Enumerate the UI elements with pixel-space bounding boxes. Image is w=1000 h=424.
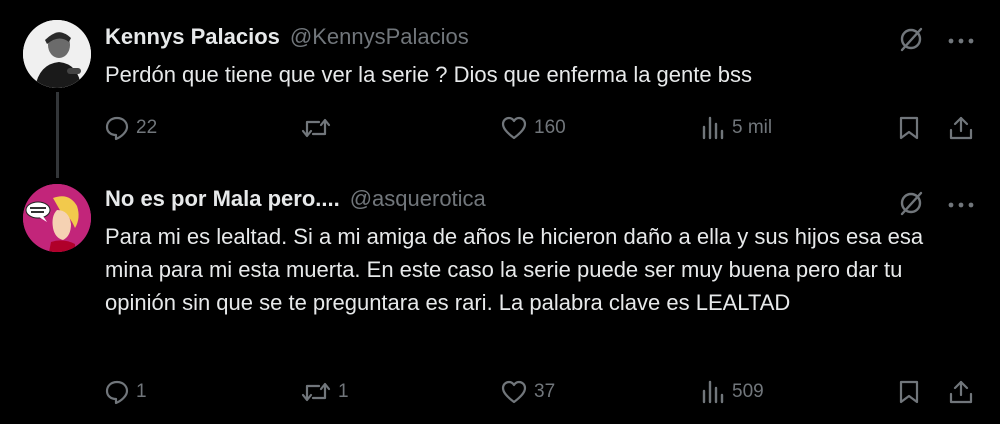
author-handle[interactable]: @KennysPalacios (290, 24, 469, 50)
bookmark-icon (898, 115, 920, 141)
tweet-text: Para mi es lealtad. Si a mi amiga de año… (105, 224, 924, 315)
tweet-text: Perdón que tiene que ver la serie ? Dios… (105, 62, 752, 87)
repost-icon (300, 115, 332, 141)
tweet-top-icons (896, 24, 974, 59)
like-count: 160 (534, 117, 566, 138)
tweet[interactable]: Kennys Palacios @KennysPalacios Perdón q… (0, 0, 1000, 178)
avatar[interactable] (23, 20, 91, 88)
tweet-actions: 22 160 5 mil (102, 113, 978, 143)
repost-button[interactable] (300, 113, 338, 143)
grok-icon[interactable] (896, 24, 926, 59)
thread-connector (56, 92, 59, 178)
like-button[interactable]: 160 (500, 113, 566, 143)
tweet[interactable]: No es por Mala pero.... @asquerotica Par… (0, 176, 1000, 424)
reply-icon (104, 379, 130, 405)
reply-button[interactable]: 22 (104, 113, 157, 143)
tweet-header: Kennys Palacios @KennysPalacios (105, 24, 469, 50)
tweet-top-icons (896, 188, 974, 223)
bookmark-button[interactable] (898, 377, 920, 407)
repost-count: 1 (338, 381, 349, 402)
share-icon (948, 379, 974, 405)
views-icon (700, 115, 726, 141)
views-icon (700, 379, 726, 405)
reply-count: 22 (136, 117, 158, 138)
like-count: 37 (534, 381, 556, 402)
bookmark-button[interactable] (898, 113, 920, 143)
share-icon (948, 115, 974, 141)
tweet-actions: 1 1 37 509 (102, 377, 978, 407)
avatar[interactable] (23, 184, 91, 252)
tweet-header: No es por Mala pero.... @asquerotica (105, 186, 486, 212)
author-handle[interactable]: @asquerotica (350, 186, 486, 212)
reply-button[interactable]: 1 (104, 377, 147, 407)
reply-icon (104, 115, 130, 141)
repost-button[interactable]: 1 (300, 377, 349, 407)
reply-count: 1 (136, 381, 147, 402)
like-button[interactable]: 37 (500, 377, 555, 407)
more-options-icon[interactable] (948, 33, 974, 51)
heart-icon (500, 115, 528, 141)
heart-icon (500, 379, 528, 405)
views-count: 5 mil (732, 117, 773, 138)
views-button[interactable]: 509 (700, 377, 764, 407)
views-count: 509 (732, 381, 764, 402)
repost-icon (300, 379, 332, 405)
grok-icon[interactable] (896, 188, 926, 223)
share-button[interactable] (948, 377, 974, 407)
views-button[interactable]: 5 mil (700, 113, 772, 143)
author-name[interactable]: Kennys Palacios (105, 24, 280, 50)
share-button[interactable] (948, 113, 974, 143)
more-options-icon[interactable] (948, 197, 974, 215)
author-name[interactable]: No es por Mala pero.... (105, 186, 340, 212)
bookmark-icon (898, 379, 920, 405)
